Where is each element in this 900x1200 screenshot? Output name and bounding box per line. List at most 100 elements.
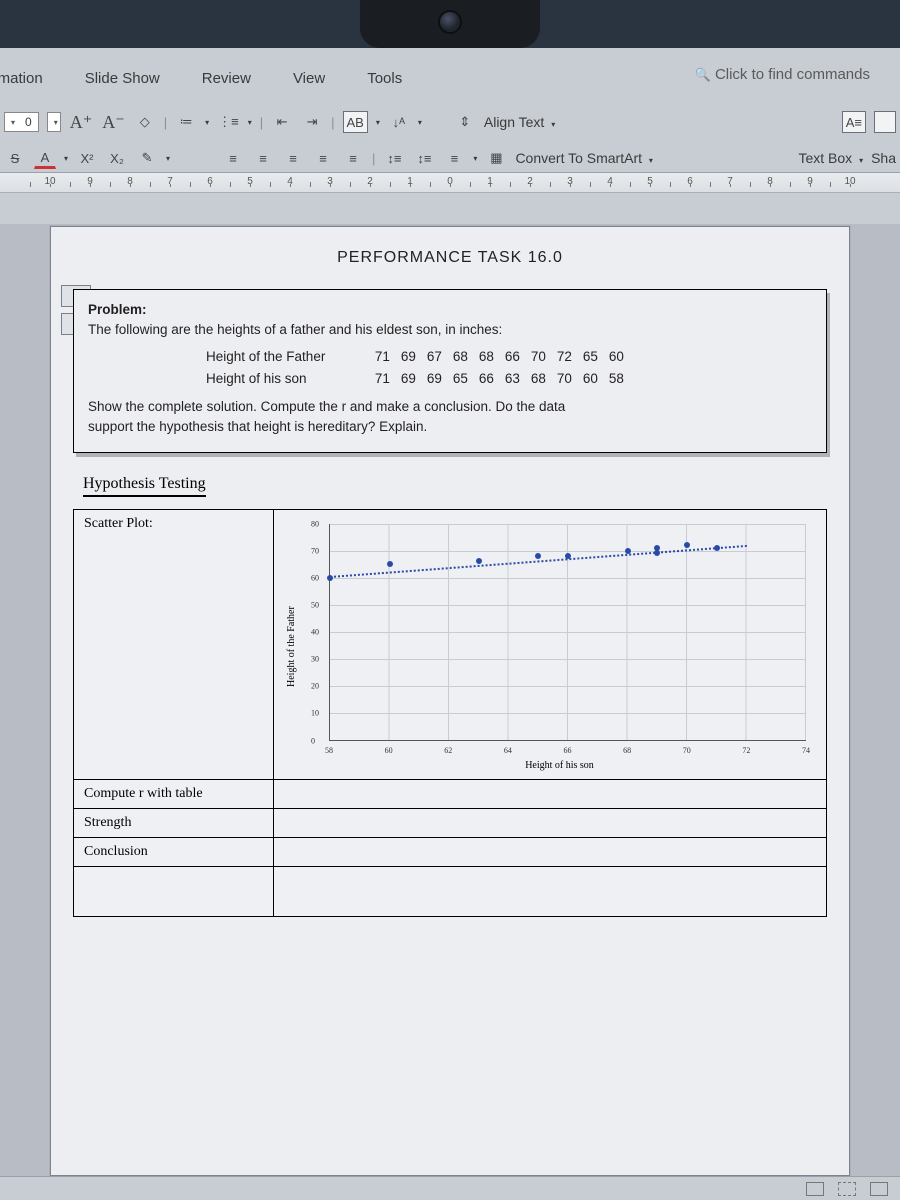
scatter-plot-label: Scatter Plot: (74, 509, 274, 779)
document-page[interactable]: PERFORMANCE TASK 16.0 Problem: The follo… (50, 226, 850, 1176)
app-window: nimation Slide Show Review View Tools Click … (0, 48, 900, 1200)
ruler-tick: 3 (550, 173, 590, 187)
distribute-icon[interactable]: ≡ (342, 147, 364, 169)
table-row (74, 866, 827, 916)
outdent-icon[interactable]: ⇤ (271, 111, 293, 133)
row-values: 71696768686670726560 (363, 347, 635, 367)
indent-icon[interactable]: ⇥ (301, 111, 323, 133)
ruler-tick: 9 (790, 173, 830, 187)
textbox-label: Text Box (798, 150, 852, 166)
view-slideshow-icon[interactable] (838, 1182, 856, 1196)
x-tick: 72 (742, 746, 750, 755)
ruler-tick: 2 (510, 173, 550, 187)
y-tick: 70 (311, 546, 319, 555)
problem-box: Problem: The following are the heights o… (73, 289, 827, 453)
problem-text: Show the complete solution. Compute the … (88, 399, 565, 414)
camera-notch (360, 0, 540, 48)
menu-tab[interactable]: Slide Show (79, 66, 166, 91)
bullets-icon[interactable]: ≔ (175, 111, 197, 133)
line-spacing-down-icon[interactable]: ↕≡ (413, 147, 435, 169)
ruler-tick: 0 (430, 173, 470, 187)
ruler-tick: 1 (390, 173, 430, 187)
align-center-icon[interactable]: ≡ (252, 147, 274, 169)
ruler-tick: 2 (350, 173, 390, 187)
y-tick: 30 (311, 655, 319, 664)
search-commands[interactable]: Click to find commands (695, 66, 870, 83)
ruler-tick: 8 (110, 173, 150, 187)
textbox-style-icon[interactable]: A≡ (842, 111, 866, 133)
x-axis-label: Height of his son (303, 760, 816, 771)
problem-label: Problem: (88, 302, 147, 317)
conclusion-label: Conclusion (74, 837, 274, 866)
ruler-tick: 1 (470, 173, 510, 187)
plot-container: Height of his son 0102030405060708058606… (303, 520, 816, 773)
view-normal-icon[interactable] (806, 1182, 824, 1196)
menu-tab[interactable]: nimation (0, 66, 49, 91)
sort-icon[interactable]: ↓ᴬ (388, 111, 410, 133)
x-tick: 62 (444, 746, 452, 755)
strength-label: Strength (74, 808, 274, 837)
increase-font-icon[interactable]: A⁺ (69, 111, 94, 133)
ruler-tick: 8 (750, 173, 790, 187)
x-tick: 68 (623, 746, 631, 755)
ruler-tick: 6 (190, 173, 230, 187)
data-table: Height of the Father 7169676868667072656… (198, 345, 637, 392)
x-tick: 58 (325, 746, 333, 755)
x-tick: 70 (683, 746, 691, 755)
ab-icon[interactable]: AB (343, 111, 368, 133)
y-tick: 20 (311, 682, 319, 691)
view-reading-icon[interactable] (870, 1182, 888, 1196)
justify-icon[interactable]: ≡ (312, 147, 334, 169)
menu-tab[interactable]: Tools (361, 66, 408, 91)
align-left-icon[interactable]: ≡ (222, 147, 244, 169)
empty-cell (274, 808, 827, 837)
menu-tab[interactable]: Review (196, 66, 257, 91)
font-size-value: 0 (25, 115, 32, 129)
superscript-icon[interactable]: X² (76, 147, 98, 169)
ribbon: ▾0 ▾ A⁺ A⁻ ◇ | ≔▾ ⋮≡▾ | ⇤ ⇥ | AB▾ ↓ᴬ▾ ⇕ … (0, 103, 900, 173)
strikethrough-icon[interactable]: S (4, 147, 26, 169)
clear-formatting-icon[interactable]: ◇ (134, 111, 156, 133)
ruler-tick: 3 (310, 173, 350, 187)
ruler-tick: 5 (230, 173, 270, 187)
y-tick: 50 (311, 600, 319, 609)
numbering-icon[interactable]: ⋮≡ (217, 111, 240, 133)
textbox-button[interactable]: Text Box ▾ (798, 150, 863, 166)
trend-line (330, 545, 747, 578)
problem-text: support the hypothesis that height is he… (88, 419, 427, 434)
data-point (684, 542, 690, 548)
data-point (535, 553, 541, 559)
y-tick: 10 (311, 709, 319, 718)
line-spacing-icon[interactable]: ≡ (443, 147, 465, 169)
align-text-button[interactable]: Align Text ▾ (484, 114, 555, 130)
scatter-chart: Height of the Father Height of his son 0… (284, 520, 816, 773)
ruler-tick: 10 (30, 173, 70, 187)
slide-canvas: PERFORMANCE TASK 16.0 Problem: The follo… (0, 224, 900, 1176)
decrease-font-icon[interactable]: A⁻ (101, 111, 126, 133)
align-right-icon[interactable]: ≡ (282, 147, 304, 169)
x-tick: 66 (564, 746, 572, 755)
line-spacing-up-icon[interactable]: ↕≡ (383, 147, 405, 169)
table-row: Conclusion (74, 837, 827, 866)
smartart-icon: ▦ (485, 147, 507, 169)
table-row: Compute r with table (74, 779, 827, 808)
shape-icon[interactable] (874, 111, 896, 133)
ruler-tick: 10 (830, 173, 870, 187)
ruler: 10987654321012345678910 (0, 173, 900, 193)
font-color-icon[interactable]: A (34, 147, 56, 169)
convert-smartart-button[interactable]: Convert To SmartArt ▾ (515, 150, 652, 166)
font-size-spinner[interactable]: ▾0 (4, 112, 39, 132)
menu-tab[interactable]: View (287, 66, 331, 91)
subscript-icon[interactable]: X₂ (106, 147, 128, 169)
y-tick: 40 (311, 628, 319, 637)
hypothesis-testing-label: Hypothesis Testing (83, 475, 206, 497)
y-tick: 60 (311, 573, 319, 582)
font-family-spinner[interactable]: ▾ (47, 112, 61, 132)
shapes-button[interactable]: Sha (871, 150, 896, 166)
align-text-icon: ⇕ (454, 111, 476, 133)
highlight-icon[interactable]: ✎ (136, 147, 158, 169)
chart-cell: Height of the Father Height of his son 0… (274, 509, 827, 779)
compute-r-label: Compute r with table (74, 779, 274, 808)
row-values: 71696965666368706058 (363, 369, 635, 389)
table-row: Height of his son 71696965666368706058 (200, 369, 635, 389)
